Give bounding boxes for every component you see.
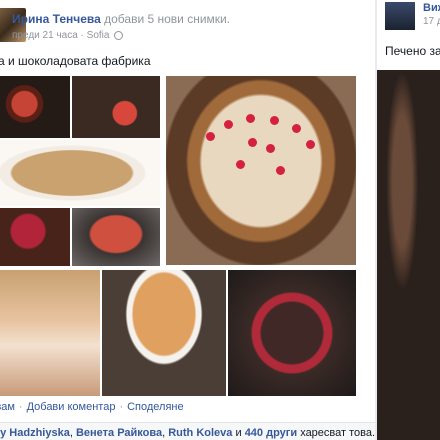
photo-thumbnail[interactable] xyxy=(228,270,356,396)
photo-thumbnail[interactable] xyxy=(72,76,160,138)
side-author-avatar[interactable] xyxy=(385,2,415,30)
post-location[interactable]: Sofia xyxy=(87,30,110,41)
photo-thumbnail[interactable] xyxy=(102,270,226,396)
author-name[interactable]: Ирина Тенчева xyxy=(12,12,101,26)
liker-name[interactable]: Ruth Koleva xyxy=(168,427,232,439)
post-action-text: добави 5 нови снимки. xyxy=(104,12,231,26)
photo-thumbnail[interactable] xyxy=(72,208,160,266)
photo-thumbnail[interactable] xyxy=(0,270,100,396)
photo-grid xyxy=(0,76,375,396)
comment-link[interactable]: Добави коментар xyxy=(27,401,116,413)
likes-others-link[interactable]: 440 други xyxy=(245,427,297,439)
likes-summary: lly Hadzhiyska, Венета Райкова, Ruth Kol… xyxy=(0,427,375,439)
photo-thumbnail[interactable] xyxy=(0,140,160,206)
liker-name[interactable]: lly Hadzhiyska xyxy=(0,427,70,439)
post-header: Ирина Тенчева добави 5 нови снимки. xyxy=(12,12,230,26)
like-link[interactable]: свам xyxy=(0,401,15,413)
post-caption: а и шоколадовата фабрика xyxy=(0,54,151,68)
side-author-name[interactable]: Виж xyxy=(423,2,440,14)
photo-thumbnail[interactable] xyxy=(0,208,70,266)
post-actions: свам·Добави коментар·Споделяне xyxy=(0,401,184,413)
liker-name[interactable]: Венета Райкова xyxy=(76,427,162,439)
feed-post: Ирина Тенчева добави 5 нови снимки. пред… xyxy=(0,0,375,440)
likes-and: и xyxy=(235,427,242,439)
likes-bar: lly Hadzhiyska, Венета Райкова, Ruth Kol… xyxy=(0,422,375,440)
side-post-time[interactable]: 17 д xyxy=(423,16,440,27)
share-link[interactable]: Споделяне xyxy=(127,401,184,413)
side-post: Виж 17 д Печено за xyxy=(377,0,440,440)
photo-main-cake[interactable] xyxy=(166,76,356,265)
side-post-text: Печено за xyxy=(385,44,440,58)
photo-thumbnail[interactable] xyxy=(0,76,70,138)
likes-suffix: харесват това. xyxy=(300,427,375,439)
globe-icon xyxy=(114,30,124,40)
side-post-photo[interactable] xyxy=(377,70,440,440)
post-time[interactable]: преди 21 часа xyxy=(12,30,78,41)
post-meta: преди 21 часа · Sofia xyxy=(12,30,124,41)
